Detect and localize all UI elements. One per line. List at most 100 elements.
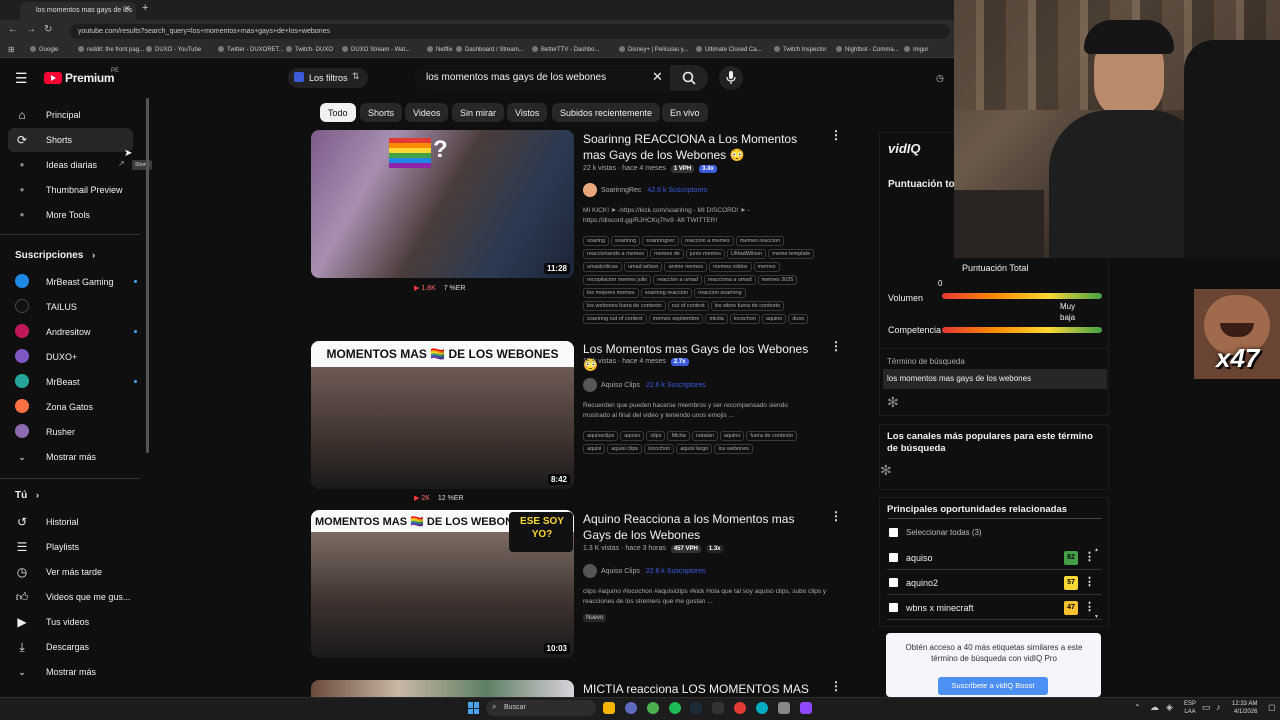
back-icon[interactable]: ← xyxy=(8,24,18,35)
you-header[interactable]: Tú › xyxy=(15,490,39,501)
video-thumbnail[interactable]: MOMENTOS MAS 🏳️‍🌈 DE LOS WEBONES ESE SOY… xyxy=(311,510,574,658)
video-title[interactable]: MICTIA reacciona LOS MOMENTOS MAS xyxy=(583,681,818,697)
forward-icon[interactable]: → xyxy=(26,24,36,35)
bookmark-item[interactable]: Dashboard / Stream... xyxy=(456,46,524,53)
video-title[interactable]: Los Momentos mas Gays de los Webones 😳 xyxy=(583,341,818,373)
bookmark-item[interactable]: Twitch Inspector xyxy=(774,46,826,53)
video-tag[interactable]: natalan xyxy=(691,431,718,441)
video-tag[interactable]: aquisoclips xyxy=(583,431,619,441)
clock[interactable]: 12:33 AM 4/1/2026 xyxy=(1232,700,1257,716)
clear-search-icon[interactable]: ✕ xyxy=(652,69,663,85)
video-tag[interactable]: aquisi largo xyxy=(676,444,713,454)
steam-icon[interactable] xyxy=(690,702,702,714)
subscribe-boost-button[interactable]: Suscríbete a vidIQ Boost xyxy=(938,677,1048,695)
reload-icon[interactable]: ↻ xyxy=(44,24,52,35)
app-icon[interactable] xyxy=(712,702,724,714)
checkbox[interactable] xyxy=(889,578,898,587)
video-tag[interactable]: memes reaccion xyxy=(735,236,785,246)
more-options-icon[interactable]: ⋮ xyxy=(830,509,842,523)
channel-info[interactable]: Aquiso Clips 22.6 k Suscriptores xyxy=(583,378,706,392)
video-tag[interactable]: soarinngrec xyxy=(642,236,679,246)
video-thumbnail[interactable] xyxy=(311,680,574,697)
bookmark-item[interactable]: Disney+ | Películas y... xyxy=(619,46,688,53)
chip-subidos-recientemente[interactable]: Subidos recientemente xyxy=(552,103,661,122)
video-tag[interactable]: anime memes xyxy=(664,262,707,272)
search-button[interactable] xyxy=(670,65,708,91)
video-tag[interactable]: aquino xyxy=(719,431,745,441)
video-tag[interactable]: Mictia xyxy=(667,431,690,441)
video-tag[interactable]: reaccion soarinng xyxy=(694,288,746,298)
checkbox[interactable] xyxy=(889,603,898,612)
chrome-icon[interactable] xyxy=(647,702,659,714)
bookmark-item[interactable]: Nightbot - Comma... xyxy=(836,46,899,53)
app-icon[interactable] xyxy=(756,702,768,714)
bookmark-item[interactable]: Twitter - DUXORET... xyxy=(218,46,284,53)
apps-icon[interactable]: ⊞ xyxy=(8,45,15,54)
chip-videos[interactable]: Videos xyxy=(405,103,449,122)
video-tag[interactable]: memes septiembre xyxy=(648,314,704,324)
spotify-icon[interactable] xyxy=(669,702,681,714)
video-tag[interactable]: soarinng reaccion xyxy=(640,288,693,298)
search-input[interactable]: los momentos mas gays de los webones xyxy=(426,72,606,83)
video-tag[interactable]: los webones fuera de contexto xyxy=(583,301,666,311)
video-tag[interactable]: aquisi clips xyxy=(607,444,643,454)
video-tag[interactable]: locochon xyxy=(729,314,760,324)
video-thumbnail[interactable]: ? 11:28 xyxy=(311,130,574,278)
video-tag[interactable]: mictia xyxy=(705,314,728,324)
video-tag[interactable]: memes roblox xyxy=(709,262,752,272)
bookmark-item[interactable]: Netflix xyxy=(427,46,453,53)
checkbox[interactable] xyxy=(889,528,898,537)
video-tag[interactable]: reaccion a umad xyxy=(653,275,702,285)
url-field[interactable]: youtube.com/results?search_query=los+mom… xyxy=(70,24,950,39)
video-tag[interactable]: memes 2025 xyxy=(757,275,798,285)
channel-info[interactable]: SoarinngRec 42.6 k Suscriptores xyxy=(583,183,707,197)
video-tag[interactable]: fuera de contexto xyxy=(746,431,797,441)
network-icon[interactable]: ◈ xyxy=(1166,702,1173,713)
channel-info[interactable]: Aquiso Clips 22.6 k Suscriptores xyxy=(583,564,706,578)
more-options-icon[interactable]: ⋮ xyxy=(1084,600,1095,613)
chip-vistos[interactable]: Vistos xyxy=(507,103,548,122)
notification-icon[interactable]: ◻ xyxy=(1268,702,1275,713)
video-tag[interactable]: los wbns fuera de contexto xyxy=(710,301,785,311)
settings-icon[interactable] xyxy=(778,702,790,714)
youtube-logo-icon[interactable] xyxy=(44,72,62,84)
video-tag[interactable]: los webones xyxy=(714,444,754,454)
video-tag[interactable]: junio memes xyxy=(685,249,726,259)
video-title[interactable]: Soarinng REACCIONA a Los Momentos mas Ga… xyxy=(583,131,818,163)
browser-tab[interactable]: los momentos mas gays de los xyxy=(20,2,136,20)
app-icon[interactable] xyxy=(625,702,637,714)
video-tag[interactable]: memes xyxy=(753,262,780,272)
more-options-icon[interactable]: ⋮ xyxy=(830,339,842,353)
video-tag[interactable]: reaccion a memes xyxy=(680,236,734,246)
twitch-icon[interactable] xyxy=(800,702,812,714)
taskbar-search[interactable]: ⌕ Buscar xyxy=(486,700,596,716)
new-tab-icon[interactable]: + xyxy=(142,2,148,14)
video-tag[interactable]: soarinng xyxy=(611,236,641,246)
video-tag[interactable]: reaccionando a memes xyxy=(583,249,649,259)
cloud-icon[interactable]: ☁ xyxy=(1150,702,1159,713)
checkbox[interactable] xyxy=(889,553,898,562)
chip-sin-mirar[interactable]: Sin mirar xyxy=(452,103,505,122)
sidebar-scrollbar[interactable] xyxy=(146,98,149,453)
video-tag[interactable]: locochon xyxy=(644,444,675,454)
bookmark-item[interactable]: Twitch- DUXO xyxy=(286,46,333,53)
more-options-icon[interactable]: ⋮ xyxy=(1084,575,1095,588)
video-tag[interactable]: aquiso xyxy=(620,431,645,441)
video-tag[interactable]: duxo xyxy=(788,314,809,324)
select-all-row[interactable]: Seleccionar todas (3) xyxy=(887,523,1102,545)
display-icon[interactable]: ▭ xyxy=(1202,702,1211,713)
bookmark-item[interactable]: Google xyxy=(30,46,58,53)
menu-icon[interactable]: ☰ xyxy=(15,70,28,87)
bookmark-item[interactable]: reddit: the front pag... xyxy=(78,46,144,53)
app-icon[interactable] xyxy=(734,702,746,714)
subscriptions-header[interactable]: Suscripciones › xyxy=(15,250,95,261)
chip-shorts[interactable]: Shorts xyxy=(360,103,403,122)
volume-icon[interactable]: ♪ xyxy=(1216,702,1221,712)
chip-todo[interactable]: Todo xyxy=(320,103,356,122)
video-thumbnail[interactable]: MOMENTOS MAS 🏳️‍🌈 DE LOS WEBONES 8:42 xyxy=(311,341,574,489)
video-tag[interactable]: aquino xyxy=(761,314,787,324)
video-tag[interactable]: umadcriticas xyxy=(583,262,622,272)
voice-search-button[interactable] xyxy=(719,66,743,90)
video-tag[interactable]: UMadWilson xyxy=(727,249,767,259)
opportunity-row[interactable]: aquiso 62 ⋮ xyxy=(887,548,1102,570)
